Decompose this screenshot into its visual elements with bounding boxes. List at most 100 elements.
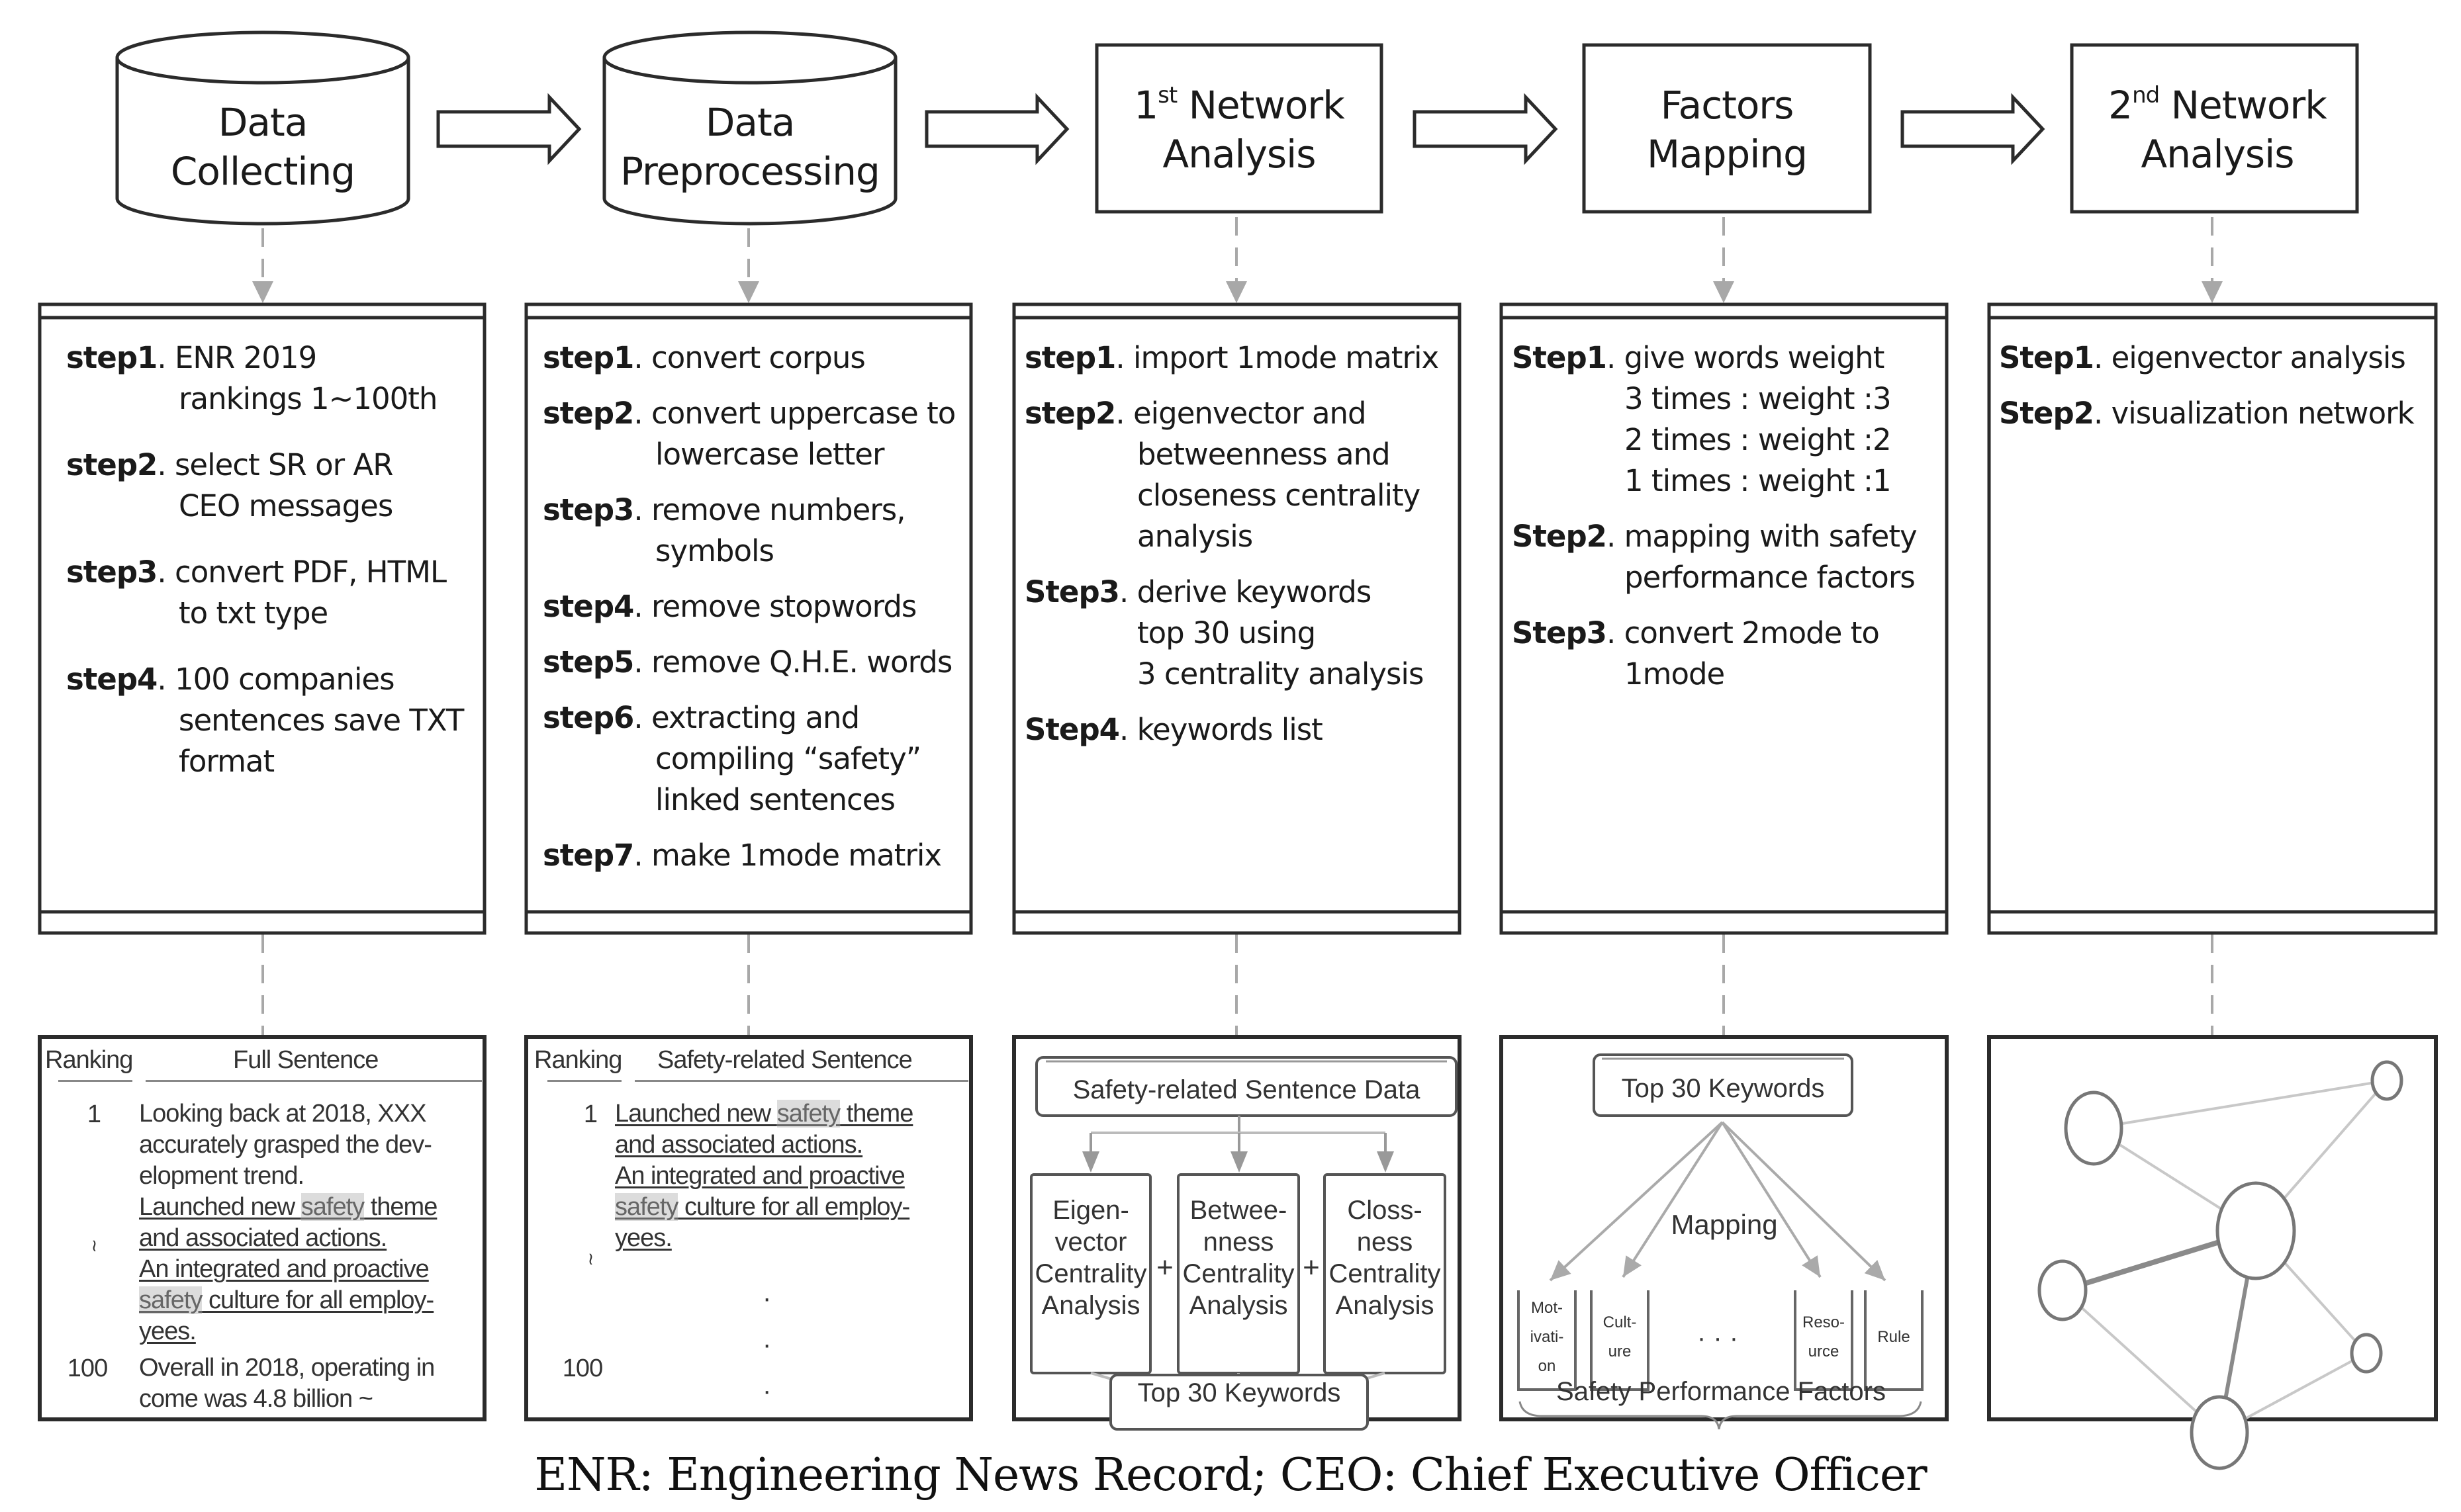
step-separator: . bbox=[633, 645, 651, 680]
full-sentence-table: Ranking Full Sentence 1 ≀ 100 Looking ba… bbox=[41, 1044, 485, 1415]
panel-network-graph bbox=[2037, 1060, 2403, 1470]
step-label: Step4 bbox=[1025, 712, 1120, 747]
step-text-continued: 1mode bbox=[1624, 656, 1725, 691]
step-label: step4 bbox=[543, 589, 634, 624]
arrowhead-icon bbox=[2202, 281, 2223, 303]
step-label: step3 bbox=[543, 492, 634, 527]
step-text: extracting and bbox=[651, 700, 860, 735]
step-separator: . bbox=[633, 492, 651, 527]
arrowhead-icon bbox=[1802, 1255, 1820, 1277]
factor-label: ivati- bbox=[1530, 1328, 1564, 1346]
step-label: step2 bbox=[66, 447, 158, 482]
step-text: 100 companies bbox=[174, 662, 395, 697]
flow-arrow-icon bbox=[925, 93, 1070, 165]
ellipsis-dot: · bbox=[763, 1284, 771, 1313]
analysis-label: Centrality bbox=[1035, 1259, 1147, 1288]
step-separator: . bbox=[2093, 396, 2112, 431]
arrowhead-icon bbox=[1226, 281, 1247, 303]
step-label: step2 bbox=[543, 396, 634, 431]
step-separator: . bbox=[1606, 340, 1624, 375]
group-label: Safety Performance Factors bbox=[1556, 1377, 1886, 1406]
steps-second-network-analysis: Step1. eigenvector analysis Step2. visual… bbox=[1999, 337, 2442, 449]
step-text-continued: top 30 using 3 centrality analysis bbox=[1137, 615, 1424, 691]
header-rule bbox=[635, 1080, 968, 1082]
arrowhead-icon bbox=[1713, 281, 1734, 303]
step-item: step2. convert uppercase to lowercase let… bbox=[543, 393, 973, 475]
step-label: step5 bbox=[543, 645, 634, 680]
step-item: step5. remove Q.H.E. words bbox=[543, 642, 973, 683]
step-item: step3. remove numbers, symbols bbox=[543, 490, 973, 572]
column-header-ranking: Ranking bbox=[45, 1046, 133, 1074]
step-text: select SR or AR bbox=[174, 447, 394, 482]
step-text-continued: betweenness and closeness centrality ana… bbox=[1137, 437, 1420, 554]
ellipsis-dot: · bbox=[763, 1376, 771, 1405]
steps-data-preprocessing: step1. convert corpus step2. convert uppe… bbox=[543, 337, 973, 891]
arrowhead-icon bbox=[1082, 1151, 1099, 1173]
plus-sign: + bbox=[1303, 1251, 1320, 1284]
panel-factor-mapping: Top 30 Keywords Mapping Mot-ivati-on Cult-u… bbox=[1517, 1053, 1924, 1430]
rank-cell: ≀ bbox=[91, 1235, 98, 1255]
methodology-diagram: Safety-related Sentence Data Eigen-vector… bbox=[0, 0, 2461, 1512]
step-separator: . bbox=[157, 340, 175, 375]
underlined-text: Launched new bbox=[615, 1100, 777, 1128]
steps-factors-mapping: Step1. give words weight 3 times : weight… bbox=[1512, 337, 1949, 709]
step-separator: . bbox=[1606, 615, 1624, 650]
step-item: step2. eigenvector and betweenness and cl… bbox=[1025, 393, 1462, 557]
step-separator: . bbox=[633, 589, 651, 624]
stage-title-second-network-analysis: 2nd Network Analysis bbox=[2108, 82, 2327, 177]
flow-arrow-icon bbox=[1900, 93, 2045, 165]
step-text-continued: to txt type bbox=[179, 596, 328, 631]
step-label: step1 bbox=[1025, 340, 1116, 375]
step-item: Step3. convert 2mode to 1mode bbox=[1512, 613, 1949, 695]
analysis-label: Eigen- bbox=[1052, 1196, 1129, 1225]
step-text: derive keywords bbox=[1137, 574, 1372, 609]
figure-caption: ENR: Engineering News Record; CEO: Chief… bbox=[534, 1449, 1927, 1501]
step-separator: . bbox=[157, 447, 175, 482]
network-node bbox=[2350, 1333, 2383, 1374]
step-text: convert PDF, HTML bbox=[174, 555, 447, 590]
cylinder-top bbox=[115, 30, 410, 85]
step-text: keywords list bbox=[1137, 712, 1323, 747]
step-separator: . bbox=[1115, 396, 1133, 431]
step-label: Step3 bbox=[1512, 615, 1607, 650]
rank-cell: 100 bbox=[562, 1355, 603, 1382]
analysis-label: Analysis bbox=[1336, 1291, 1434, 1320]
step-item: step4. remove stopwords bbox=[543, 586, 973, 627]
factor-label: urce bbox=[1808, 1343, 1839, 1360]
step-item: Step2. visualization network bbox=[1999, 393, 2442, 434]
flow-arrow-icon bbox=[436, 93, 582, 165]
sentence-cell: Launched new safety theme and associated… bbox=[615, 1098, 972, 1254]
stage-title-factors-mapping: Factors Mapping bbox=[1647, 83, 1808, 177]
rank-cell: ≀ bbox=[587, 1249, 594, 1268]
network-node bbox=[2064, 1090, 2123, 1166]
step-text: convert 2mode to bbox=[1624, 615, 1880, 650]
step-separator: . bbox=[633, 396, 651, 431]
step-text: remove Q.H.E. words bbox=[651, 645, 952, 680]
step-text-continued: symbols bbox=[655, 533, 774, 568]
step-separator: . bbox=[1115, 340, 1133, 375]
sentence-text: Looking back at 2018, XXX accurately gra… bbox=[139, 1100, 432, 1190]
step-text: mapping with safety bbox=[1624, 519, 1918, 554]
step-label: step3 bbox=[66, 555, 158, 590]
header-rule bbox=[58, 1080, 132, 1082]
highlighted-keyword: safety bbox=[139, 1286, 203, 1314]
analysis-label: ness bbox=[1357, 1227, 1413, 1257]
step-text-continued: CEO messages bbox=[179, 488, 393, 523]
step-label: Step1 bbox=[1999, 340, 2094, 375]
result-label: Top 30 Keywords bbox=[1138, 1378, 1341, 1407]
sentence-cell: Looking back at 2018, XXX accurately gra… bbox=[139, 1098, 483, 1347]
rank-cell: 100 bbox=[67, 1355, 108, 1382]
ellipsis: · · · bbox=[1697, 1323, 1738, 1353]
highlighted-keyword: safety bbox=[301, 1193, 365, 1221]
step-text-continued: sentences save TXT format bbox=[179, 703, 464, 779]
mapping-arrow bbox=[1721, 1121, 1886, 1282]
mapping-arrow bbox=[1721, 1121, 1822, 1278]
step-separator: . bbox=[633, 340, 651, 375]
step-label: step2 bbox=[1025, 396, 1116, 431]
step-item: step1. ENR 2019 rankings 1~100th bbox=[66, 337, 483, 420]
factor-bin-icon bbox=[1794, 1290, 1853, 1391]
analysis-label: Analysis bbox=[1042, 1291, 1140, 1320]
step-text-continued: compiling “safety” linked sentences bbox=[655, 741, 921, 817]
factor-bin-icon bbox=[1590, 1290, 1649, 1391]
step-label: step6 bbox=[543, 700, 634, 735]
